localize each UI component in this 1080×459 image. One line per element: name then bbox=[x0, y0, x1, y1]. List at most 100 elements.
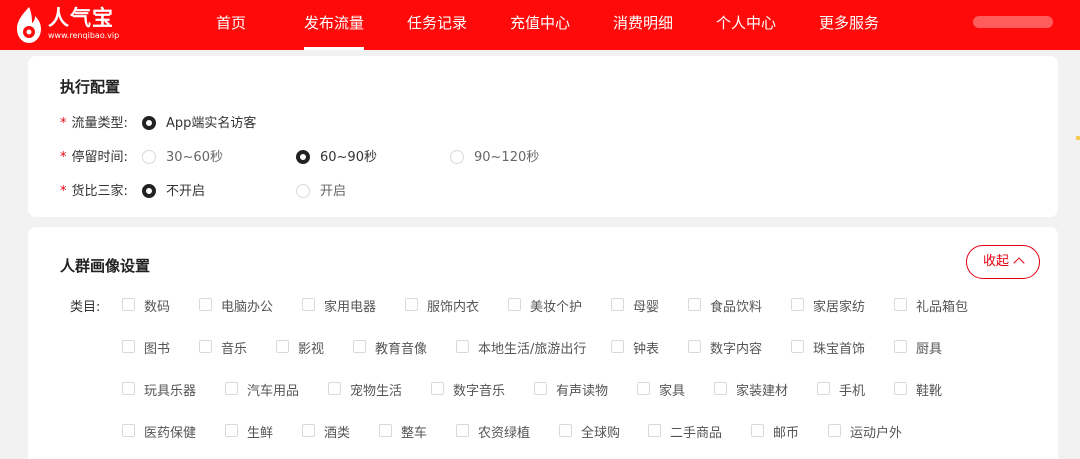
category-checkbox[interactable] bbox=[648, 424, 661, 437]
nav-more-services[interactable]: 更多服务 bbox=[819, 0, 879, 50]
category-checkbox[interactable] bbox=[714, 382, 727, 395]
category-option-label[interactable]: 数码 bbox=[144, 296, 170, 315]
category-checkbox[interactable] bbox=[894, 382, 907, 395]
category-option-label[interactable]: 服饰内衣 bbox=[427, 296, 479, 315]
category-checkbox[interactable] bbox=[122, 382, 135, 395]
category-checkbox[interactable] bbox=[199, 340, 212, 353]
category-option-label[interactable]: 运动户外 bbox=[850, 422, 902, 441]
nav-personal-center[interactable]: 个人中心 bbox=[716, 0, 776, 50]
category-checkbox[interactable] bbox=[225, 382, 238, 395]
category-option-label[interactable]: 整车 bbox=[401, 422, 427, 441]
category-checkbox[interactable] bbox=[559, 424, 572, 437]
category-option-label[interactable]: 数字音乐 bbox=[453, 380, 505, 399]
nav-publish-traffic[interactable]: 发布流量 bbox=[304, 0, 365, 50]
category-checkbox[interactable] bbox=[276, 340, 289, 353]
category-checkbox[interactable] bbox=[688, 298, 701, 311]
category-option-label[interactable]: 美妆个护 bbox=[530, 296, 582, 315]
category-option-label[interactable]: 生鲜 bbox=[247, 422, 273, 441]
category-checkbox[interactable] bbox=[828, 424, 841, 437]
category-option-label[interactable]: 家具 bbox=[659, 380, 685, 399]
category-option-label[interactable]: 酒类 bbox=[324, 422, 350, 441]
category-checkbox[interactable] bbox=[405, 298, 418, 311]
option-60-90[interactable]: 60~90秒 bbox=[320, 146, 377, 165]
category-label: 类目: bbox=[70, 300, 101, 315]
category-option-label[interactable]: 音乐 bbox=[221, 338, 247, 357]
category-checkbox[interactable] bbox=[688, 340, 701, 353]
traffic-type-label: * 流量类型: bbox=[60, 116, 128, 131]
radio-compare-on[interactable] bbox=[296, 184, 310, 198]
nav-consumption-details[interactable]: 消费明细 bbox=[613, 0, 673, 50]
radio-compare-off[interactable] bbox=[142, 184, 156, 198]
category-checkbox[interactable] bbox=[894, 298, 907, 311]
category-option-label[interactable]: 钟表 bbox=[633, 338, 659, 357]
radio-app-realname[interactable] bbox=[142, 116, 156, 130]
category-checkbox[interactable] bbox=[328, 382, 341, 395]
category-checkbox[interactable] bbox=[379, 424, 392, 437]
category-checkbox[interactable] bbox=[302, 424, 315, 437]
option-compare-off[interactable]: 不开启 bbox=[166, 180, 205, 199]
option-90-120[interactable]: 90~120秒 bbox=[474, 146, 539, 165]
category-checkbox[interactable] bbox=[611, 298, 624, 311]
category-checkbox[interactable] bbox=[199, 298, 212, 311]
radio-90-120[interactable] bbox=[450, 150, 464, 164]
category-checkbox[interactable] bbox=[637, 382, 650, 395]
category-option-label[interactable]: 玩具乐器 bbox=[144, 380, 196, 399]
category-option-label[interactable]: 家装建材 bbox=[736, 380, 788, 399]
nav-task-records[interactable]: 任务记录 bbox=[407, 0, 467, 50]
category-option-label[interactable]: 农资绿植 bbox=[478, 422, 530, 441]
category-checkbox[interactable] bbox=[122, 340, 135, 353]
category-checkbox[interactable] bbox=[791, 298, 804, 311]
brand-logo[interactable]: 人气宝 www.renqibao.vip bbox=[14, 4, 124, 46]
category-checkbox[interactable] bbox=[508, 298, 521, 311]
category-option-label[interactable]: 数字内容 bbox=[710, 338, 762, 357]
category-option-label[interactable]: 手机 bbox=[839, 380, 865, 399]
category-checkbox[interactable] bbox=[431, 382, 444, 395]
option-app-realname[interactable]: App端实名访客 bbox=[166, 112, 256, 131]
category-option-label[interactable]: 教育音像 bbox=[375, 338, 427, 357]
category-checkbox[interactable] bbox=[225, 424, 238, 437]
chevron-up-icon bbox=[1013, 257, 1025, 269]
user-account-blurred[interactable] bbox=[973, 16, 1053, 28]
category-option-label[interactable]: 鞋靴 bbox=[916, 380, 942, 399]
category-checkbox[interactable] bbox=[534, 382, 547, 395]
category-checkbox[interactable] bbox=[122, 298, 135, 311]
category-checkbox[interactable] bbox=[751, 424, 764, 437]
category-checkbox[interactable] bbox=[791, 340, 804, 353]
category-checkbox[interactable] bbox=[353, 340, 366, 353]
category-option-label[interactable]: 影视 bbox=[298, 338, 324, 357]
category-option-label[interactable]: 珠宝首饰 bbox=[813, 338, 865, 357]
category-option-label[interactable]: 二手商品 bbox=[670, 422, 722, 441]
category-option-label[interactable]: 礼品箱包 bbox=[916, 296, 968, 315]
option-compare-on[interactable]: 开启 bbox=[320, 180, 346, 199]
category-option-label[interactable]: 邮币 bbox=[773, 422, 799, 441]
category-option-label[interactable]: 家用电器 bbox=[324, 296, 376, 315]
nav-home[interactable]: 首页 bbox=[216, 0, 246, 50]
category-option-label[interactable]: 医药保健 bbox=[144, 422, 196, 441]
option-30-60[interactable]: 30~60秒 bbox=[166, 146, 223, 165]
radio-30-60[interactable] bbox=[142, 150, 156, 164]
category-checkbox[interactable] bbox=[456, 340, 469, 353]
category-option-label[interactable]: 厨具 bbox=[916, 338, 942, 357]
category-option-label[interactable]: 电脑办公 bbox=[221, 296, 273, 315]
flame-logo-icon bbox=[17, 7, 41, 43]
category-checkbox[interactable] bbox=[302, 298, 315, 311]
category-option-label[interactable]: 汽车用品 bbox=[247, 380, 299, 399]
category-option-label[interactable]: 母婴 bbox=[633, 296, 659, 315]
category-option-label[interactable]: 宠物生活 bbox=[350, 380, 402, 399]
category-option-label[interactable]: 本地生活/旅游出行 bbox=[478, 338, 586, 357]
stay-time-label: * 停留时间: bbox=[60, 150, 128, 165]
category-option-label[interactable]: 全球购 bbox=[581, 422, 620, 441]
category-option-label[interactable]: 食品饮料 bbox=[710, 296, 762, 315]
radio-60-90[interactable] bbox=[296, 150, 310, 164]
category-checkbox[interactable] bbox=[817, 382, 830, 395]
category-checkbox[interactable] bbox=[894, 340, 907, 353]
collapse-button[interactable]: 收起 bbox=[966, 245, 1040, 279]
category-option-label[interactable]: 家居家纺 bbox=[813, 296, 865, 315]
category-checkbox[interactable] bbox=[611, 340, 624, 353]
category-checkbox[interactable] bbox=[456, 424, 469, 437]
category-checkbox[interactable] bbox=[122, 424, 135, 437]
brand-name: 人气宝 bbox=[48, 6, 114, 30]
category-option-label[interactable]: 图书 bbox=[144, 338, 170, 357]
category-option-label[interactable]: 有声读物 bbox=[556, 380, 608, 399]
nav-recharge-center[interactable]: 充值中心 bbox=[510, 0, 570, 50]
